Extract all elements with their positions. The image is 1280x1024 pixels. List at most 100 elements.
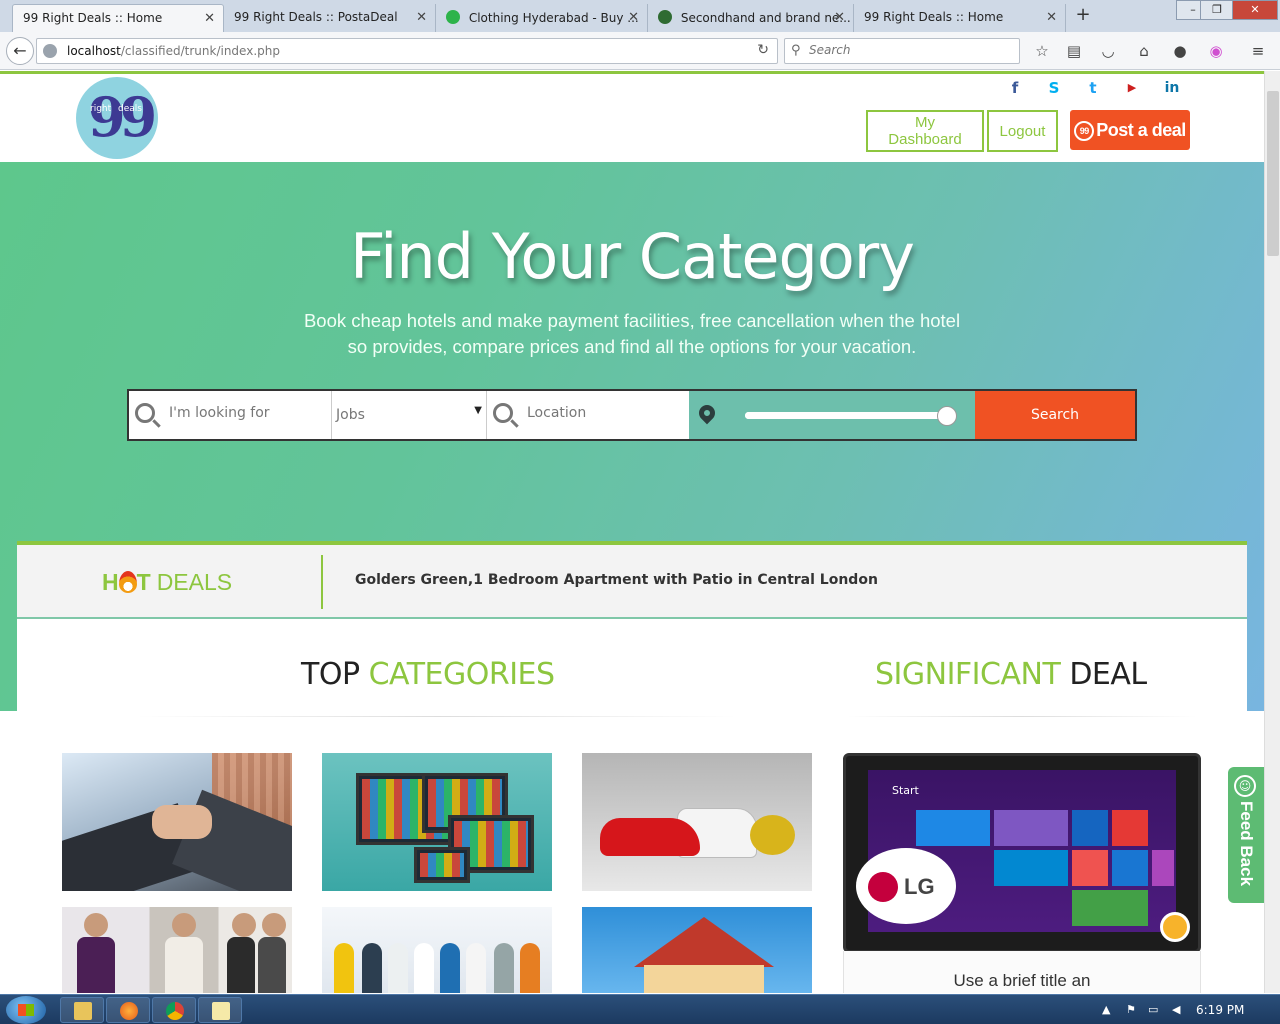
url-text: localhost/classified/trunk/index.php <box>67 44 280 58</box>
phone-shape <box>414 847 470 883</box>
taskbar-explorer[interactable] <box>60 997 104 1023</box>
home-icon[interactable]: ⌂ <box>1134 42 1154 62</box>
top-categories-heading: TOP CATEGORIES <box>301 657 555 692</box>
tray-expand-icon[interactable]: ▲ <box>1102 1003 1110 1016</box>
my-dashboard-button[interactable]: My Dashboard <box>866 110 984 152</box>
clock[interactable]: 6:19 PM <box>1196 1003 1244 1017</box>
category-tile-fashion[interactable] <box>62 907 292 993</box>
search-button[interactable]: Search <box>975 391 1135 439</box>
car-shape <box>600 818 700 856</box>
feedback-icon: ☺ <box>1234 775 1256 797</box>
browser-tab[interactable]: Clothing Hyderabad - Buy ... ✕ <box>436 4 648 32</box>
pocket-icon[interactable]: ◡ <box>1098 42 1118 62</box>
taskbar-chrome[interactable] <box>152 997 196 1023</box>
close-icon[interactable]: ✕ <box>1046 10 1057 25</box>
category-select[interactable]: Jobs ▼ <box>331 391 487 439</box>
logo-mark: 99 <box>88 85 157 149</box>
roof-shape <box>634 917 774 967</box>
web-page: 99 right deals f S t ▶ in My Dashboard L… <box>0 71 1264 993</box>
screen-tile <box>994 810 1068 846</box>
category-tile-jobs[interactable] <box>322 907 552 993</box>
start-button[interactable] <box>6 996 46 1024</box>
feedback-label: Feed Back <box>1237 801 1256 887</box>
screen-tile <box>916 810 990 846</box>
new-tab-button[interactable]: + <box>1072 4 1094 28</box>
significant-deal-title[interactable]: Use a brief title an <box>843 971 1201 991</box>
browser-tab[interactable]: 99 Right Deals :: PostaDeal ✕ <box>224 4 436 32</box>
site-logo[interactable]: 99 right deals <box>76 77 158 159</box>
youtube-icon[interactable]: ▶ <box>1123 79 1141 97</box>
category-tile-electronics[interactable] <box>322 753 552 891</box>
close-icon[interactable]: ✕ <box>416 10 427 25</box>
tab-title: Clothing Hyderabad - Buy ... <box>468 11 639 25</box>
browser-search-box[interactable]: ⚲ <box>784 38 1020 64</box>
radius-slider-handle[interactable] <box>936 406 957 426</box>
brand-label: LG <box>904 874 935 899</box>
logo-word-right: right <box>90 104 112 114</box>
radius-slider-zone <box>689 391 975 439</box>
close-icon[interactable]: ✕ <box>204 11 215 26</box>
category-selected-value: Jobs <box>336 407 365 423</box>
post-a-deal-label: Post a deal <box>1096 119 1186 140</box>
facebook-icon[interactable]: f <box>1006 79 1024 97</box>
browser-tab[interactable]: 99 Right Deals :: Home ✕ <box>12 4 224 32</box>
handshake-shape <box>152 805 212 839</box>
color-wheel-icon[interactable]: ◉ <box>1206 42 1226 62</box>
twitter-icon[interactable]: t <box>1084 79 1102 97</box>
windows-taskbar: ▲ ⚑ ▭ ◀ 6:19 PM <box>0 994 1280 1024</box>
menu-icon[interactable]: ≡ <box>1248 42 1268 62</box>
reading-list-icon[interactable]: ▤ <box>1064 42 1084 62</box>
close-icon[interactable]: ✕ <box>628 10 639 25</box>
worker-shape <box>414 943 434 993</box>
worker-shape <box>388 943 408 993</box>
logout-button[interactable]: Logout <box>987 110 1058 152</box>
back-button[interactable]: ← <box>6 37 34 65</box>
worker-shape <box>334 943 354 993</box>
taskbar-notepad[interactable] <box>198 997 242 1023</box>
hot-deal-ticker-link[interactable]: Golders Green,1 Bedroom Apartment with P… <box>355 572 878 588</box>
location-field[interactable] <box>487 391 689 439</box>
reload-icon[interactable]: ↻ <box>757 42 769 58</box>
category-tile-vehicles[interactable] <box>582 753 812 891</box>
search-icon <box>493 403 513 423</box>
radius-slider[interactable] <box>745 406 957 426</box>
scrollbar-thumb[interactable] <box>1267 91 1279 256</box>
page-scrollbar[interactable] <box>1264 71 1280 993</box>
person-shape <box>232 913 256 937</box>
location-input[interactable] <box>527 405 683 421</box>
crown-icon <box>1160 912 1190 942</box>
browser-nav-bar: ← localhost/classified/trunk/index.php ↻… <box>0 32 1280 70</box>
person-shape <box>172 913 196 937</box>
category-tile-real-estate[interactable] <box>582 907 812 993</box>
browser-tab[interactable]: 99 Right Deals :: Home ✕ <box>854 4 1066 32</box>
category-tile-business[interactable] <box>62 753 292 891</box>
keyword-field[interactable] <box>129 391 331 439</box>
tab-title: 99 Right Deals :: PostaDeal <box>234 10 398 24</box>
feedback-tab[interactable]: ☺ Feed Back <box>1228 767 1264 903</box>
person-shape <box>227 937 255 993</box>
person-shape <box>262 913 286 937</box>
browser-tab[interactable]: Secondhand and brand ne... ✕ <box>648 4 854 32</box>
chat-icon[interactable]: ● <box>1170 42 1190 62</box>
network-icon[interactable]: ⚑ <box>1126 1003 1136 1016</box>
olx-favicon-icon <box>658 10 672 24</box>
bookmark-star-icon[interactable]: ☆ <box>1032 42 1052 62</box>
post-a-deal-button[interactable]: 99 Post a deal <box>1070 110 1190 150</box>
search-form: Jobs ▼ Search <box>127 389 1137 441</box>
significant-deal-card[interactable]: Start LG <box>843 753 1201 953</box>
browser-search-input[interactable] <box>809 43 1009 57</box>
taskbar-firefox[interactable] <box>106 997 150 1023</box>
linkedin-icon[interactable]: in <box>1163 79 1181 97</box>
screen-start-text: Start <box>892 784 919 797</box>
screen-tile <box>1072 890 1148 926</box>
skype-icon[interactable]: S <box>1045 79 1063 97</box>
close-icon[interactable]: ✕ <box>834 10 845 25</box>
hot-deals-bar: H T DEALS Golders Green,1 Bedroom Apartmen… <box>17 541 1247 619</box>
folder-icon <box>74 1002 92 1020</box>
maximize-button[interactable]: ❐ <box>1200 0 1234 20</box>
window-close-button[interactable]: ✕ <box>1232 0 1278 20</box>
volume-icon[interactable]: ◀ <box>1172 1003 1180 1016</box>
action-center-icon[interactable]: ▭ <box>1148 1003 1158 1016</box>
address-bar[interactable]: localhost/classified/trunk/index.php ↻ <box>36 38 778 64</box>
keyword-input[interactable] <box>169 405 325 421</box>
